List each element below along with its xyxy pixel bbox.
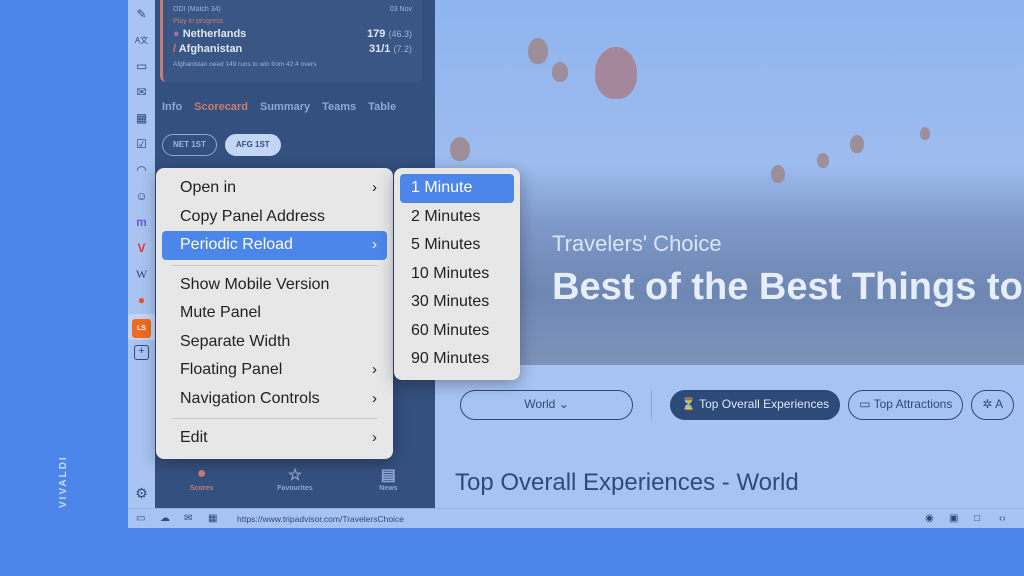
mail-icon[interactable]: ✉ [134, 85, 149, 100]
menu-item-copy-panel-address[interactable]: Copy Panel Address [162, 203, 387, 232]
nav-favourites[interactable]: ☆ Favourites [255, 465, 335, 508]
hero-image: Travelers' Choice Best of the Best Thing… [435, 0, 1024, 365]
add-panel-icon[interactable]: + [134, 345, 149, 360]
web-content: Travelers' Choice Best of the Best Thing… [435, 0, 1024, 508]
reload-option[interactable]: 5 Minutes [400, 231, 514, 260]
chevron-right-icon: › [372, 361, 377, 378]
hero-subtitle: Travelers' Choice [552, 231, 722, 256]
reload-option[interactable]: 1 Minute [400, 174, 514, 203]
menu-item-edit[interactable]: Edit › [162, 424, 387, 453]
status-bar: ▭ ☁ ✉ ▦ https://www.tripadvisor.com/Trav… [128, 508, 1024, 528]
tab-teams[interactable]: Teams [322, 101, 356, 113]
notes-icon[interactable]: ✎ [134, 7, 149, 22]
match-note: Afghanistan need 149 runs to win from 42… [173, 61, 317, 68]
trophy-icon: ⏳ [681, 397, 696, 411]
filter-top-attractions[interactable]: ▭ Top Attractions [848, 390, 964, 420]
tab-scorecard[interactable]: Scorecard [194, 101, 248, 113]
vivaldi-icon[interactable]: V [134, 241, 149, 256]
star-icon: ☆ [287, 467, 303, 484]
chevron-right-icon: › [372, 236, 377, 253]
chevron-right-icon: › [372, 429, 377, 446]
menu-item-mute-panel[interactable]: Mute Panel [162, 299, 387, 328]
tasks-icon[interactable]: ☑ [134, 137, 149, 152]
menu-separator [172, 264, 377, 266]
tab-table[interactable]: Table [368, 101, 396, 113]
menu-item-separate-width[interactable]: Separate Width [162, 328, 387, 357]
tile-icon[interactable]: □ [974, 513, 980, 524]
nav-news[interactable]: ▤ News [348, 465, 428, 508]
settings-gear-icon[interactable]: ⚙ [134, 486, 149, 501]
mail-icon[interactable]: ✉ [184, 513, 192, 524]
calendar-icon[interactable]: ▦ [134, 111, 149, 126]
feed-icon[interactable]: ◠ [134, 163, 149, 178]
reload-option[interactable]: 30 Minutes [400, 288, 514, 317]
tab-info[interactable]: Info [162, 101, 182, 113]
vivaldi-logo: VIVALDI [58, 455, 69, 508]
innings-net-button[interactable]: NET 1ST [162, 134, 217, 156]
filter-top-overall[interactable]: ⏳ Top Overall Experiences [670, 390, 841, 420]
menu-item-periodic-reload[interactable]: Periodic Reload › [162, 231, 387, 260]
menu-item-navigation-controls[interactable]: Navigation Controls › [162, 385, 387, 414]
cricket-ball-icon: ● [196, 465, 207, 482]
sync-cloud-icon[interactable]: ☁ [160, 513, 170, 524]
nav-scores[interactable]: ● Scores [162, 465, 242, 508]
divider [651, 390, 652, 420]
hero-title: Best of the Best Things to [552, 266, 1023, 308]
innings-afg-button[interactable]: AFG 1ST [224, 134, 281, 156]
image-icon[interactable]: ▣ [949, 513, 958, 524]
section-heading: Top Overall Experiences - World [455, 469, 799, 496]
contacts-icon[interactable]: ☺ [134, 189, 149, 204]
code-icon[interactable]: ‹› [999, 513, 1006, 524]
tab-summary[interactable]: Summary [260, 101, 310, 113]
match-date: 03 Nov [389, 6, 412, 13]
match-status: Play in progress [173, 18, 224, 25]
menu-item-open-in[interactable]: Open in › [162, 174, 387, 203]
capture-icon[interactable]: ◉ [925, 513, 934, 524]
panel-toggle-icon[interactable]: ▭ [136, 513, 145, 524]
region-dropdown[interactable]: World ⌄ [460, 390, 633, 420]
livescore-icon[interactable]: LS [132, 319, 151, 338]
periodic-reload-submenu: 1 Minute 2 Minutes 5 Minutes 10 Minutes 30 M… [394, 168, 520, 380]
mastodon-icon[interactable]: m [134, 215, 149, 230]
reddit-icon[interactable]: ● [134, 293, 149, 308]
match-tabs: Info Scorecard Summary Teams Table [162, 101, 396, 113]
news-icon: ▤ [380, 467, 396, 484]
team-row: ● Netherlands 179 (46.3) [173, 28, 412, 40]
match-title: ODI (Match 34) [173, 6, 221, 13]
team-row: / Afghanistan 31/1 (7.2) [173, 43, 412, 55]
chevron-right-icon: › [372, 179, 377, 196]
reload-option[interactable]: 2 Minutes [400, 203, 514, 232]
reload-option[interactable]: 90 Minutes [400, 345, 514, 374]
status-url: https://www.tripadvisor.com/TravelersCho… [237, 514, 404, 524]
calendar-icon[interactable]: ▦ [208, 513, 217, 524]
window-icon[interactable]: ▭ [134, 59, 149, 74]
ticket-icon: ▭ [859, 397, 871, 411]
chevron-down-icon: ⌄ [558, 397, 569, 411]
wikipedia-icon[interactable]: W [134, 267, 149, 282]
reload-option[interactable]: 10 Minutes [400, 260, 514, 289]
match-card[interactable]: ODI (Match 34) 03 Nov Play in progress ● … [160, 0, 422, 82]
chevron-right-icon: › [372, 389, 377, 407]
translate-icon[interactable]: A文 [134, 33, 149, 48]
ferris-wheel-icon: ✲ [982, 397, 993, 411]
filter-more[interactable]: ✲ A [971, 390, 1015, 420]
menu-item-show-mobile-version[interactable]: Show Mobile Version [162, 271, 387, 300]
context-menu: Open in › Copy Panel Address Periodic Reloa… [156, 168, 393, 459]
reload-option[interactable]: 60 Minutes [400, 317, 514, 346]
menu-separator [172, 418, 377, 419]
panel-icon-bar: ✎ A文 ▭ ✉ ▦ ☑ ◠ ☺ m V W ● LS + [128, 0, 155, 508]
menu-item-floating-panel[interactable]: Floating Panel › [162, 356, 387, 385]
